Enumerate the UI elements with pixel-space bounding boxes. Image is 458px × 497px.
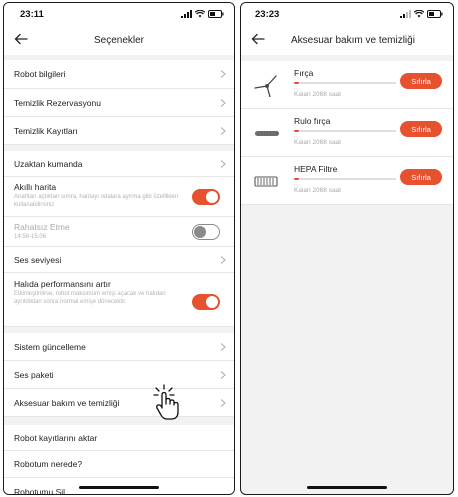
row-cleaning-schedule[interactable]: Temizlik Rezervasyonu bbox=[4, 89, 234, 117]
accessory-maintenance-screen: 23:23 Aksesuar bakım ve temizliği Fırça … bbox=[240, 2, 454, 495]
page-title: Aksesuar bakım ve temizliği bbox=[291, 34, 415, 46]
tap-hand-icon bbox=[153, 384, 179, 420]
chevron-right-icon bbox=[220, 370, 226, 379]
chevron-right-icon bbox=[220, 70, 226, 78]
wifi-icon bbox=[414, 10, 424, 18]
signal-icon bbox=[400, 10, 411, 18]
row-voice-pack[interactable]: Ses paketi bbox=[4, 361, 234, 389]
remaining-hours: Kalan 2068 saat bbox=[294, 139, 341, 146]
battery-icon bbox=[427, 10, 443, 18]
row-cleaning-records[interactable]: Temizlik Kayıtları bbox=[4, 117, 234, 145]
row-label: Rahatsız Etme bbox=[14, 222, 70, 232]
status-bar: 23:11 bbox=[4, 3, 234, 25]
system-icons bbox=[181, 10, 224, 18]
battery-icon bbox=[208, 10, 224, 18]
roller-brush-icon bbox=[255, 131, 279, 136]
row-do-not-disturb: Rahatsız Etme 14:58-15:06 bbox=[4, 217, 234, 247]
remaining-hours: Kalan 2068 saat bbox=[294, 91, 341, 98]
reset-button[interactable]: Sıfırla bbox=[400, 121, 442, 137]
system-icons bbox=[400, 10, 443, 18]
row-label: Ses seviyesi bbox=[14, 254, 62, 265]
row-label: Uzaktan kumanda bbox=[14, 158, 83, 169]
home-indicator bbox=[79, 486, 159, 489]
accessory-name: Rulo fırça bbox=[294, 116, 331, 126]
accessory-card-roller-brush: Rulo fırça Kalan 2068 saat Sıfırla bbox=[241, 109, 453, 157]
row-find-robot[interactable]: Robotum nerede? bbox=[4, 451, 234, 478]
row-label: Robot bilgileri bbox=[14, 69, 66, 79]
status-time: 23:23 bbox=[255, 8, 280, 20]
status-time: 23:11 bbox=[20, 8, 44, 20]
accessory-card-brush: Fırça Kalan 2068 saat Sıfırla bbox=[241, 61, 453, 109]
smart-map-toggle[interactable] bbox=[192, 188, 220, 205]
hepa-filter-icon bbox=[254, 176, 278, 187]
accessory-card-hepa-filter: HEPA Filtre Kalan 2068 saat Sıfırla bbox=[241, 157, 453, 205]
row-label: Robot kayıtlarını aktar bbox=[14, 432, 98, 443]
remaining-hours: Kalan 2068 saat bbox=[294, 187, 341, 194]
row-description: Anahtarı açtıktan sonra, haritayı odalar… bbox=[14, 194, 179, 208]
row-volume[interactable]: Ses seviyesi bbox=[4, 247, 234, 273]
row-remote-control[interactable]: Uzaktan kumanda bbox=[4, 151, 234, 177]
chevron-right-icon bbox=[220, 398, 226, 407]
wear-progress-bar bbox=[294, 130, 396, 132]
row-label: Temizlik Rezervasyonu bbox=[14, 97, 101, 108]
row-description: 14:58-15:06 bbox=[14, 234, 47, 240]
chevron-right-icon bbox=[220, 342, 226, 351]
reset-button[interactable]: Sıfırla bbox=[400, 73, 442, 89]
row-label: Aksesuar bakım ve temizliği bbox=[14, 397, 120, 408]
row-system-update[interactable]: Sistem güncelleme bbox=[4, 333, 234, 361]
row-robot-info[interactable]: Robot bilgileri bbox=[4, 60, 234, 89]
status-bar: 23:23 bbox=[241, 3, 453, 25]
side-brush-icon bbox=[254, 75, 277, 97]
row-carpet-boost: Halıda performansını artır Etkinleştiril… bbox=[4, 273, 234, 327]
page-title: Seçenekler bbox=[93, 34, 145, 46]
row-label: Ses paketi bbox=[14, 369, 54, 380]
chevron-right-icon bbox=[220, 98, 226, 107]
carpet-boost-toggle[interactable] bbox=[192, 293, 220, 310]
row-label: Robotum nerede? bbox=[14, 459, 83, 469]
chevron-right-icon bbox=[220, 159, 226, 168]
chevron-right-icon bbox=[220, 255, 226, 264]
back-arrow-icon[interactable] bbox=[13, 31, 29, 47]
nav-bar: Aksesuar bakım ve temizliği bbox=[241, 25, 453, 55]
accessory-name: HEPA Filtre bbox=[294, 164, 338, 174]
reset-button[interactable]: Sıfırla bbox=[400, 169, 442, 185]
signal-icon bbox=[181, 10, 192, 18]
row-label: Sistem güncelleme bbox=[14, 341, 86, 352]
home-indicator bbox=[307, 486, 387, 489]
section-gap bbox=[4, 417, 234, 425]
wear-progress-bar bbox=[294, 82, 396, 84]
row-label: Akıllı harita bbox=[14, 182, 57, 192]
chevron-right-icon bbox=[220, 126, 226, 135]
settings-screen: 23:11 Seçenekler Robot bilgileri Temizli… bbox=[3, 2, 235, 495]
back-arrow-icon[interactable] bbox=[250, 31, 266, 47]
wear-progress-bar bbox=[294, 178, 396, 180]
row-export-logs[interactable]: Robot kayıtlarını aktar bbox=[4, 425, 234, 451]
row-label: Halıda performansını artır bbox=[14, 279, 111, 289]
accessory-name: Fırça bbox=[294, 68, 314, 78]
do-not-disturb-toggle[interactable] bbox=[192, 223, 220, 240]
wifi-icon bbox=[195, 10, 205, 18]
row-smart-map: Akıllı harita Anahtarı açtıktan sonra, h… bbox=[4, 177, 234, 217]
row-description: Etkinleştirilirse, robot maksimum emişi … bbox=[14, 291, 166, 305]
row-accessory-maintenance[interactable]: Aksesuar bakım ve temizliği bbox=[4, 389, 234, 417]
nav-bar: Seçenekler bbox=[4, 25, 234, 55]
row-label: Temizlik Kayıtları bbox=[14, 125, 78, 136]
